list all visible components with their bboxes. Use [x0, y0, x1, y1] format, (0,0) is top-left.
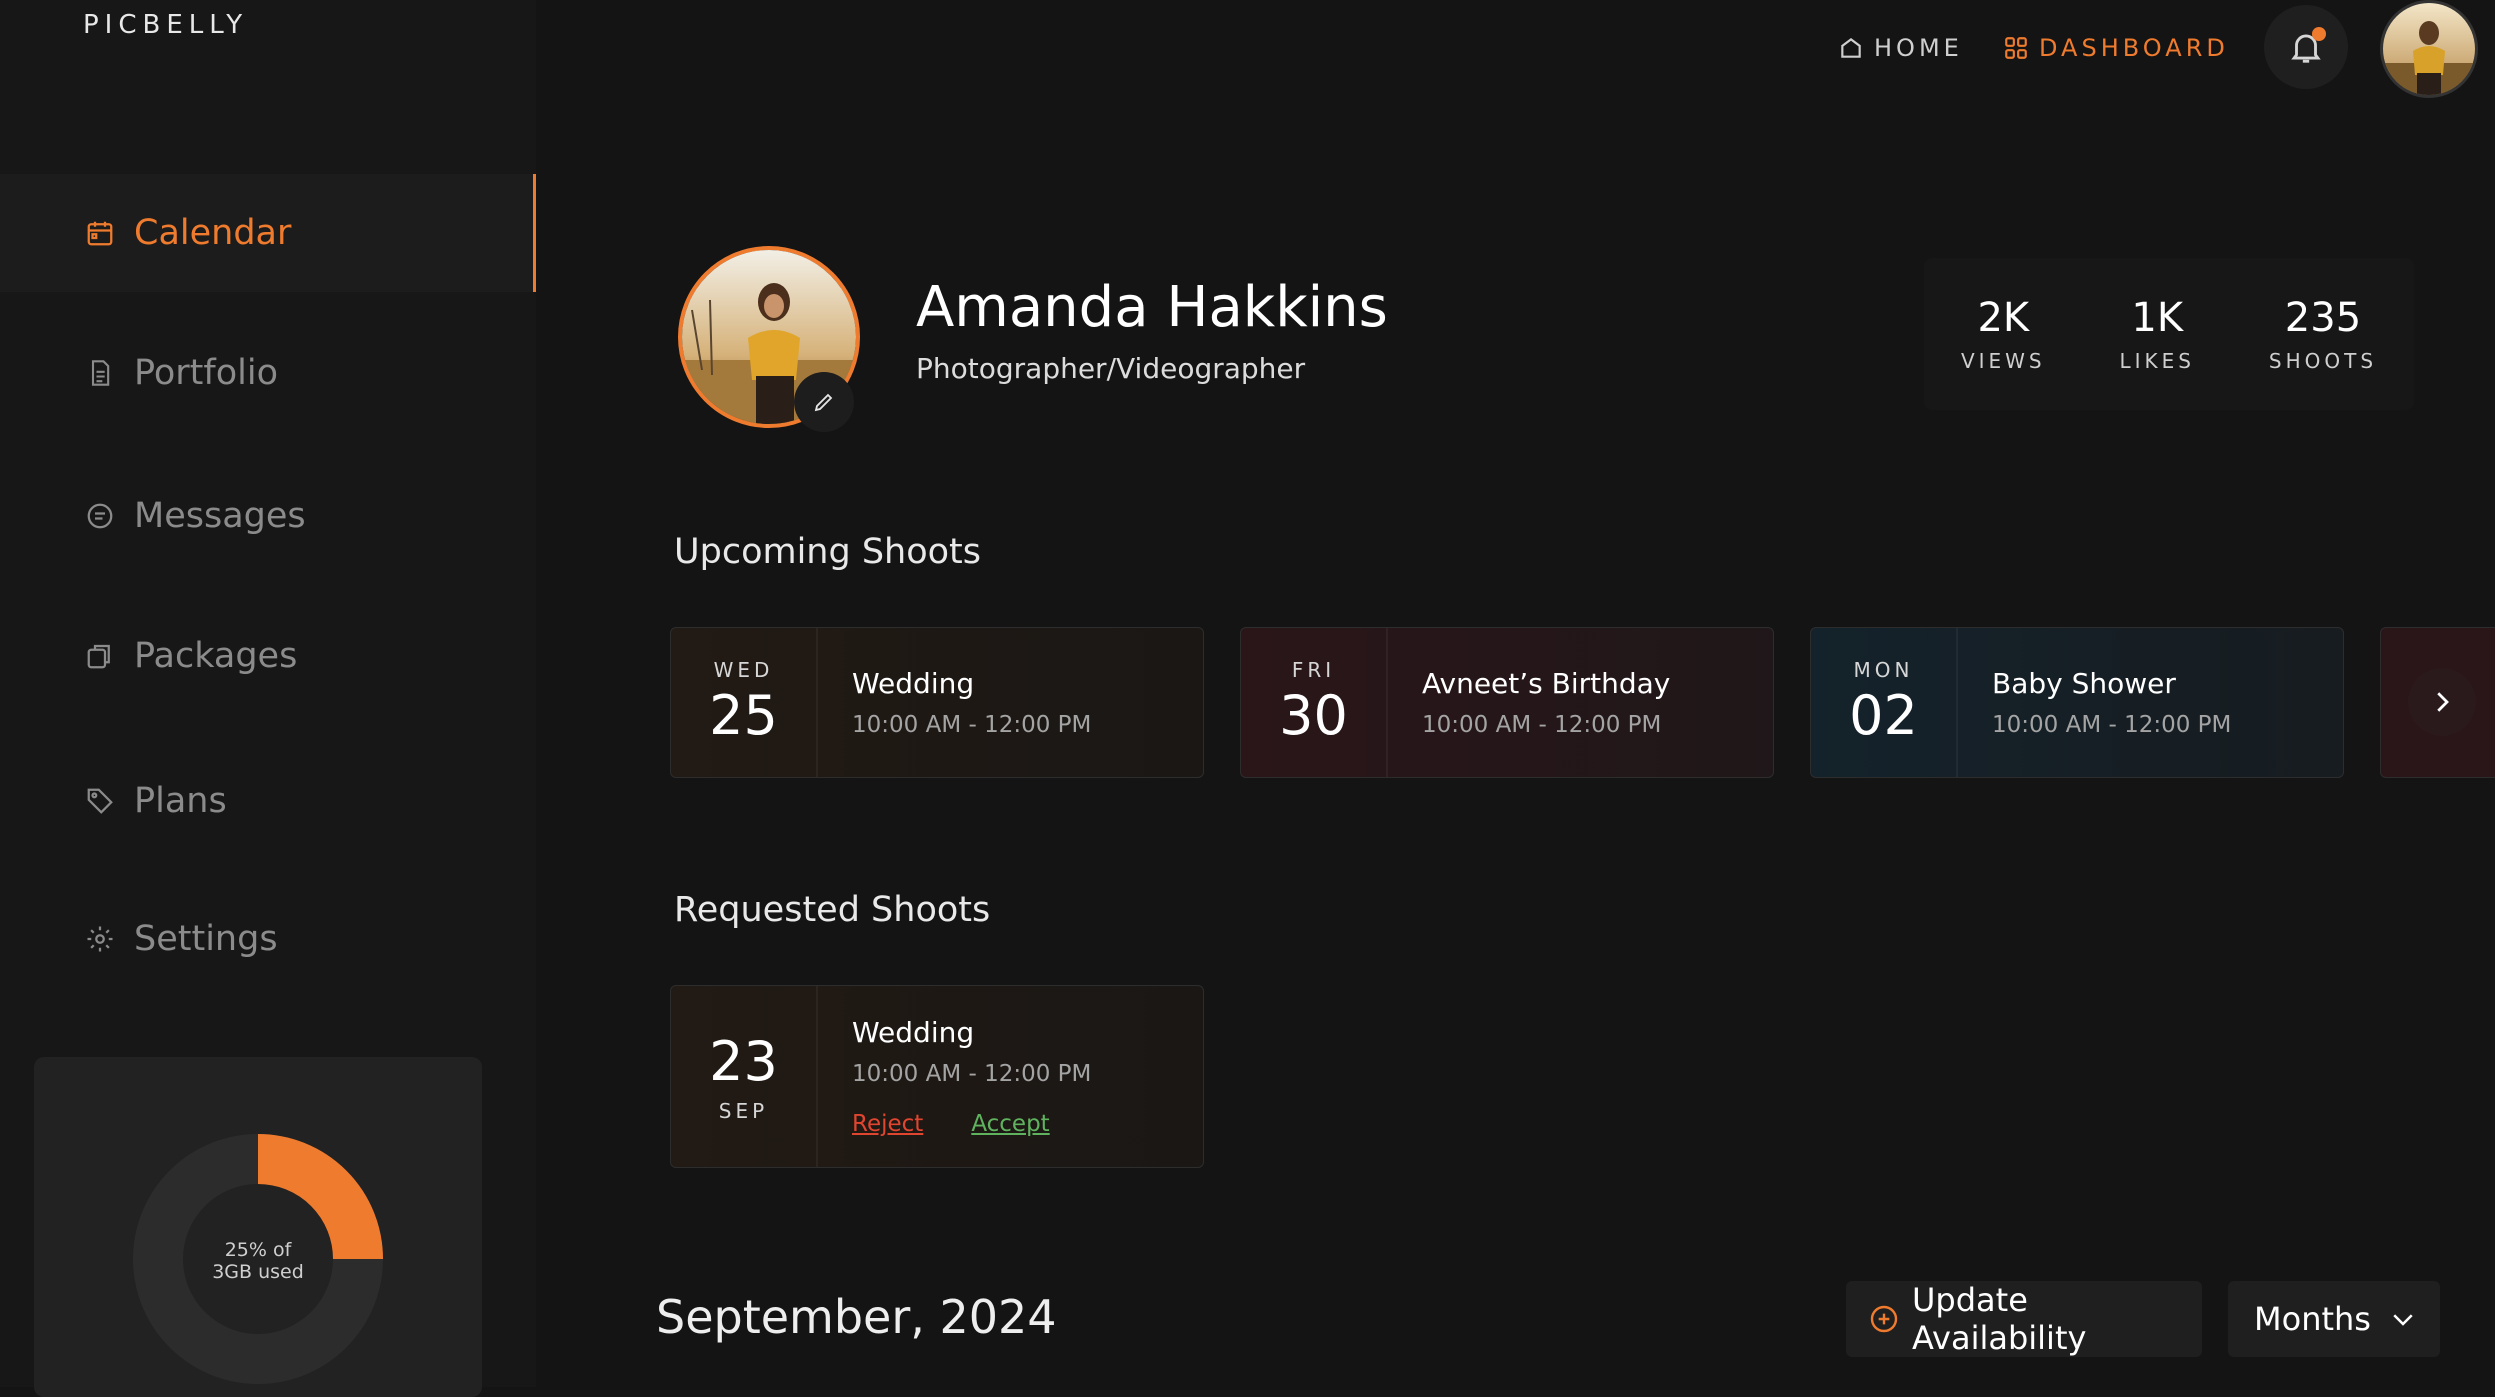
nav-dashboard-link[interactable]: DASHBOARD: [2003, 34, 2229, 62]
upcoming-shoot-card[interactable]: WED 25 Wedding 10:00 AM - 12:00 PM: [670, 627, 1204, 778]
upcoming-shoot-card[interactable]: MON 02 Baby Shower 10:00 AM - 12:00 PM: [1810, 627, 2344, 778]
shoot-date: FRI 30: [1241, 628, 1388, 777]
view-select-dropdown[interactable]: Months: [2228, 1281, 2440, 1357]
sidebar-item-label: Calendar: [134, 213, 292, 253]
sidebar-item-label: Portfolio: [134, 353, 278, 393]
sidebar-item-label: Settings: [134, 919, 278, 959]
package-icon: [84, 640, 116, 672]
message-icon: [84, 500, 116, 532]
gear-icon: [84, 923, 116, 955]
nav-home-link[interactable]: HOME: [1838, 34, 1963, 62]
sidebar: PICBELLY Calendar Portfolio Messages Pac…: [0, 0, 536, 1397]
shoot-title: Baby Shower: [1992, 667, 2176, 700]
sidebar-item-messages[interactable]: Messages: [0, 457, 536, 575]
notification-dot: [2312, 27, 2326, 41]
shoot-date: MON 02: [1811, 628, 1958, 777]
shoot-date: WED 25: [671, 628, 818, 777]
calendar-icon: [84, 217, 116, 249]
accept-link[interactable]: Accept: [971, 1111, 1049, 1137]
requested-shoot-card: 23 SEP Wedding 10:00 AM - 12:00 PM Rejec…: [670, 985, 1204, 1168]
sidebar-item-label: Messages: [134, 496, 306, 536]
avatar[interactable]: [2380, 0, 2478, 98]
dashboard-icon: [2003, 35, 2029, 61]
sidebar-item-packages[interactable]: Packages: [0, 597, 536, 715]
plus-circle-icon: [1868, 1303, 1900, 1335]
profile-name: Amanda Hakkins: [916, 275, 1388, 340]
chevron-right-icon: [2427, 687, 2457, 717]
sidebar-item-plans[interactable]: Plans: [0, 742, 536, 860]
sidebar-item-portfolio[interactable]: Portfolio: [0, 314, 536, 432]
sidebar-item-label: Packages: [134, 636, 298, 676]
shoot-date: 23 SEP: [671, 986, 818, 1167]
shoot-time: 10:00 AM - 12:00 PM: [1992, 712, 2232, 738]
chevron-down-icon: [2388, 1304, 2418, 1334]
stat-views: 2K VIEWS: [1960, 295, 2046, 373]
next-shoots-button[interactable]: [2408, 668, 2476, 736]
upcoming-shoot-card[interactable]: FRI 30 Avneet’s Birthday 10:00 AM - 12:0…: [1240, 627, 1774, 778]
document-icon: [84, 357, 116, 389]
sidebar-item-settings[interactable]: Settings: [0, 880, 536, 998]
storage-donut-chart: [133, 1134, 383, 1384]
stat-shoots: 235 SHOOTS: [2268, 295, 2378, 373]
shoot-title: Avneet’s Birthday: [1422, 667, 1671, 700]
reject-link[interactable]: Reject: [852, 1111, 923, 1137]
home-icon: [1838, 35, 1864, 61]
shoot-title: Wedding: [852, 1016, 975, 1049]
shoot-time: 10:00 AM - 12:00 PM: [1422, 712, 1662, 738]
profile-role: Photographer/Videographer: [916, 352, 1306, 385]
calendar-month-title: September, 2024: [656, 1290, 1057, 1344]
shoot-time: 10:00 AM - 12:00 PM: [852, 1061, 1092, 1087]
requested-shoots-title: Requested Shoots: [674, 890, 991, 930]
shoot-title: Wedding: [852, 667, 975, 700]
profile-stats: 2K VIEWS 1K LIKES 235 SHOOTS: [1924, 258, 2414, 410]
storage-card: 25% of 3GB used: [34, 1057, 482, 1397]
storage-label: 25% of 3GB used: [212, 1239, 304, 1283]
update-availability-button[interactable]: Update Availability: [1846, 1281, 2202, 1357]
upcoming-shoots-title: Upcoming Shoots: [674, 532, 982, 572]
notifications-button[interactable]: [2264, 5, 2348, 89]
brand-logo: PICBELLY: [83, 10, 249, 40]
shoot-time: 10:00 AM - 12:00 PM: [852, 712, 1092, 738]
sidebar-item-label: Plans: [134, 781, 227, 821]
sidebar-item-calendar[interactable]: Calendar: [0, 174, 536, 292]
tag-icon: [84, 785, 116, 817]
pencil-icon: [812, 390, 836, 414]
edit-avatar-button[interactable]: [794, 372, 854, 432]
stat-likes: 1K LIKES: [2119, 295, 2196, 373]
